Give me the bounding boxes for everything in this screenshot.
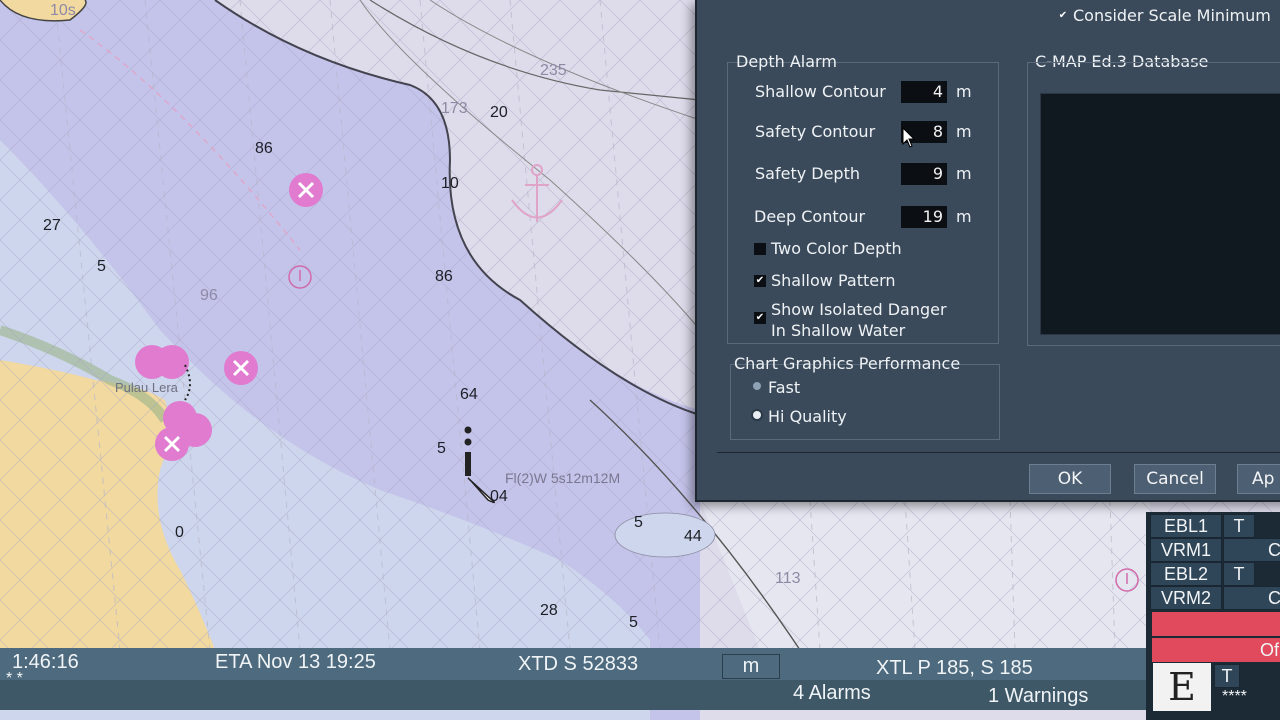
depth-sounding: 235 <box>540 62 567 79</box>
vrm2-mode[interactable]: C <box>1223 586 1280 610</box>
performance-title: Chart Graphics Performance <box>734 354 961 373</box>
consider-scale-label: Consider Scale Minimum <box>1073 6 1271 25</box>
isolated-danger-label-line2: In Shallow Water <box>771 321 906 340</box>
shallow-contour-unit: m <box>956 82 972 101</box>
depth-sounding: 10 <box>441 175 459 192</box>
panel-asterisks: **** <box>1222 688 1247 705</box>
depth-sounding: 44 <box>684 528 702 545</box>
hi-quality-label: Hi Quality <box>768 407 847 426</box>
status-bar-bottom: * * 4 Alarms 1 Warnings <box>0 670 1150 710</box>
shallow-pattern-checkbox[interactable]: ✔ <box>754 275 766 287</box>
mode-t-button[interactable]: T <box>1214 664 1240 688</box>
mode-e-box[interactable]: E <box>1153 663 1211 711</box>
ebl2-mode[interactable]: T <box>1223 562 1255 586</box>
depth-sounding: 0 <box>175 524 184 541</box>
two-color-depth-label: Two Color Depth <box>771 239 902 258</box>
vrm2-button[interactable]: VRM2 <box>1150 586 1222 610</box>
mouse-pointer-icon <box>902 127 916 148</box>
safety-contour-unit: m <box>956 122 972 141</box>
depth-sounding: 113 <box>775 570 801 587</box>
hi-quality-radio[interactable] <box>753 411 761 419</box>
xtd-readout: XTD S 52833 <box>518 653 639 675</box>
safety-depth-label: Safety Depth <box>755 164 860 183</box>
depth-alarm-title: Depth Alarm <box>736 52 837 71</box>
performance-group <box>730 364 1000 440</box>
eta-readout: ETA Nov 13 19:25 <box>215 651 376 673</box>
safety-depth-unit: m <box>956 164 972 183</box>
place-name: Pulau Lera <box>115 380 178 395</box>
depth-sounding: 5 <box>437 440 446 457</box>
database-preview <box>1040 93 1280 335</box>
depth-sounding: 173 <box>441 100 468 117</box>
light-characteristic: Fl(2)W 5s12m12M <box>505 470 621 486</box>
ok-button[interactable]: OK <box>1029 464 1111 494</box>
shallow-contour-label: Shallow Contour <box>755 82 886 101</box>
depth-sounding: 64 <box>460 386 478 403</box>
vrm1-button[interactable]: VRM1 <box>1150 538 1222 562</box>
shallow-pattern-label: Shallow Pattern <box>771 271 896 290</box>
depth-sounding: 04 <box>490 488 508 505</box>
status-bar-top: 1:46:16 ETA Nov 13 19:25 XTD S 52833 m X… <box>0 648 1150 680</box>
depth-sounding: 5 <box>97 258 106 275</box>
ebl2-button[interactable]: EBL2 <box>1150 562 1222 586</box>
depth-sounding: 28 <box>540 602 558 619</box>
deep-contour-label: Deep Contour <box>754 207 866 226</box>
isolated-danger-label: Show Isolated Danger <box>771 300 947 319</box>
depth-sounding: 86 <box>435 268 453 285</box>
apply-button[interactable]: Ap <box>1237 464 1280 494</box>
off-button[interactable]: Of <box>1152 638 1280 662</box>
status-asterisks: * * <box>6 670 23 687</box>
depth-sounding: 5 <box>634 514 643 531</box>
cancel-button[interactable]: Cancel <box>1134 464 1216 494</box>
alarms-button[interactable]: 4 Alarms <box>793 682 871 705</box>
ebl1-mode[interactable]: T <box>1223 514 1255 538</box>
vrm1-mode[interactable]: C <box>1223 538 1280 562</box>
depth-sounding: 10s <box>50 2 76 19</box>
depth-sounding: 27 <box>43 217 61 234</box>
depth-sounding: 86 <box>255 140 273 157</box>
warnings-button[interactable]: 1 Warnings <box>988 685 1088 708</box>
deep-contour-unit: m <box>956 207 972 226</box>
safety-depth-field[interactable]: 9 <box>901 163 947 185</box>
depth-sounding: 20 <box>490 104 508 121</box>
safety-contour-label: Safety Contour <box>755 122 876 141</box>
unit-button[interactable]: m <box>722 654 780 679</box>
chart-settings-dialog: ✔ Consider Scale Minimum Depth Alarm Sha… <box>695 0 1280 502</box>
isolated-danger-checkbox[interactable]: ✔ <box>754 312 766 324</box>
depth-sounding: 5 <box>629 614 638 631</box>
xtl-readout: XTL P 185, S 185 <box>876 657 1033 679</box>
shallow-contour-field[interactable]: 4 <box>901 81 947 103</box>
alarm-indicator <box>1152 612 1280 636</box>
dialog-separator <box>717 452 1280 453</box>
depth-sounding: 96 <box>200 287 218 304</box>
deep-contour-field[interactable]: 19 <box>901 206 947 228</box>
consider-scale-checkbox[interactable]: ✔ <box>1057 10 1069 22</box>
fast-label: Fast <box>768 378 801 397</box>
ebl1-button[interactable]: EBL1 <box>1150 514 1222 538</box>
two-color-depth-checkbox[interactable] <box>754 243 766 255</box>
fast-radio[interactable] <box>753 382 761 390</box>
